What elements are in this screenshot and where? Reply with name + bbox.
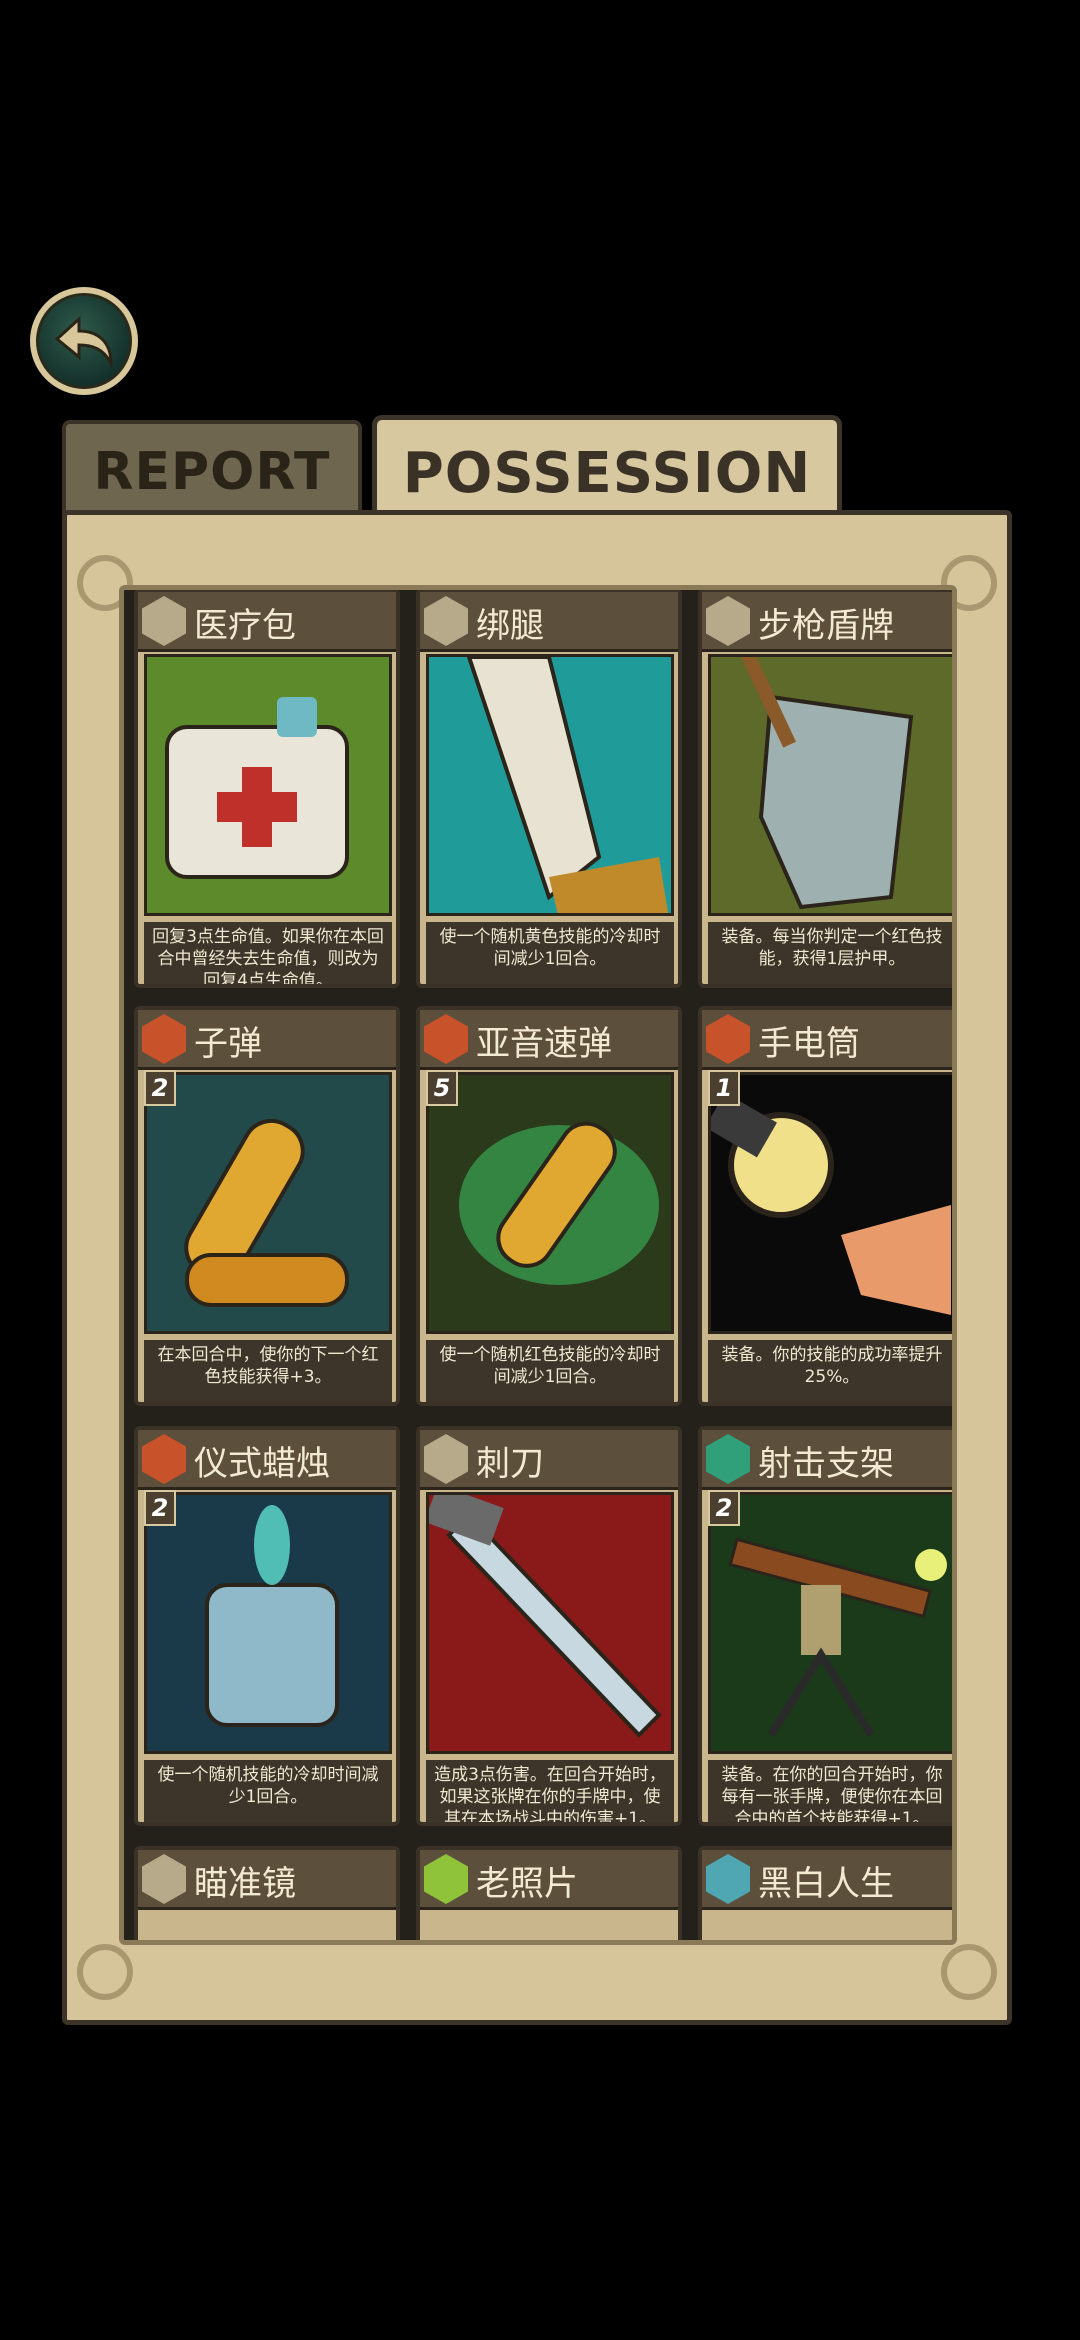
item-card[interactable]: 刺刀造成3点伤害。在回合开始时，如果这张牌在你的手牌中，使其在本场战斗中的伤害+…	[416, 1426, 682, 1826]
card-cost-badge: 2	[708, 1490, 740, 1526]
card-art-medkit	[144, 654, 392, 916]
red-gem-icon	[706, 1014, 750, 1064]
item-card[interactable]: 医疗包回复3点生命值。如果你在本回合中曾经失去生命值，则改为回复4点生命值。	[134, 590, 400, 988]
card-header: 步枪盾牌	[702, 592, 952, 652]
card-header: 手电筒	[702, 1010, 952, 1070]
red-gem-icon	[142, 1434, 186, 1484]
card-description: 造成3点伤害。在回合开始时，如果这张牌在你的手牌中，使其在本场战斗中的伤害+1。	[426, 1760, 674, 1822]
card-title: 射击支架	[758, 1444, 894, 1484]
card-title: 医疗包	[194, 606, 296, 646]
card-title: 绑腿	[476, 606, 544, 646]
card-art-candle	[144, 1492, 392, 1754]
item-card[interactable]: 瞄准镜	[134, 1846, 400, 1940]
card-header: 老照片	[420, 1850, 678, 1910]
item-card[interactable]: 亚音速弹 5 使一个随机红色技能的冷却时间减少1回合。	[416, 1006, 682, 1406]
card-cost-badge: 2	[144, 1070, 176, 1106]
neutral-gem-icon	[142, 596, 186, 646]
corner-ornament	[941, 1944, 997, 2000]
card-art-mount	[708, 1492, 952, 1754]
card-description: 使一个随机黄色技能的冷却时间减少1回合。	[426, 922, 674, 984]
card-header: 射击支架	[702, 1430, 952, 1490]
card-title: 老照片	[476, 1864, 578, 1904]
card-art-subsonic	[426, 1072, 674, 1334]
card-art-bullet	[144, 1072, 392, 1334]
card-cost-badge: 2	[144, 1490, 176, 1526]
item-card[interactable]: 手电筒 1 装备。你的技能的成功率提升25%。	[698, 1006, 952, 1406]
tab-report[interactable]: REPORT	[62, 420, 362, 520]
corner-ornament	[77, 1944, 133, 2000]
red-gem-icon	[424, 1014, 468, 1064]
card-cost-badge: 1	[708, 1070, 740, 1106]
item-card[interactable]: 老照片	[416, 1846, 682, 1940]
item-card[interactable]: 射击支架 2 装备。在你的回合开始时，你每有一张手牌，便使你在本回合中的首个技能获得…	[698, 1426, 952, 1826]
card-header: 绑腿	[420, 592, 678, 652]
card-description: 装备。你的技能的成功率提升25%。	[708, 1340, 952, 1402]
card-description: 回复3点生命值。如果你在本回合中曾经失去生命值，则改为回复4点生命值。	[144, 922, 392, 984]
back-arrow-icon	[54, 315, 113, 369]
card-description: 使一个随机技能的冷却时间减少1回合。	[144, 1760, 392, 1822]
card-title: 手电筒	[758, 1024, 860, 1064]
item-card[interactable]: 仪式蜡烛 2 使一个随机技能的冷却时间减少1回合。	[134, 1426, 400, 1826]
item-card[interactable]: 黑白人生	[698, 1846, 952, 1940]
item-card[interactable]: 绑腿使一个随机黄色技能的冷却时间减少1回合。	[416, 590, 682, 988]
card-scroll-area[interactable]: 少1点。升25%。红色技能的成功率增加50%。医疗包回复3点生命值。如果你在本回…	[119, 585, 957, 1945]
card-description: 装备。每当你判定一个红色技能，获得1层护甲。	[708, 922, 952, 984]
neutral-gem-icon	[706, 596, 750, 646]
card-header: 黑白人生	[702, 1850, 952, 1910]
card-header: 医疗包	[138, 592, 396, 652]
card-description: 装备。在你的回合开始时，你每有一张手牌，便使你在本回合中的首个技能获得+1。	[708, 1760, 952, 1822]
card-art-flashlight	[708, 1072, 952, 1334]
item-card[interactable]: 子弹 2 在本回合中，使你的下一个红色技能获得+3。	[134, 1006, 400, 1406]
card-header: 仪式蜡烛	[138, 1430, 396, 1490]
card-title: 刺刀	[476, 1444, 544, 1484]
card-title: 瞄准镜	[194, 1864, 296, 1904]
red-gem-icon	[142, 1014, 186, 1064]
card-art-shield	[708, 654, 952, 916]
neutral-gem-icon	[424, 596, 468, 646]
card-description: 使一个随机红色技能的冷却时间减少1回合。	[426, 1340, 674, 1402]
card-title: 子弹	[194, 1024, 262, 1064]
card-header: 子弹	[138, 1010, 396, 1070]
card-title: 亚音速弹	[476, 1024, 612, 1064]
card-title: 仪式蜡烛	[194, 1444, 330, 1484]
card-art-bayonet	[426, 1492, 674, 1754]
back-button[interactable]	[30, 287, 138, 395]
possession-panel: 少1点。升25%。红色技能的成功率增加50%。医疗包回复3点生命值。如果你在本回…	[62, 510, 1012, 2025]
neutral-gem-icon	[424, 1434, 468, 1484]
lime-gem-icon	[424, 1854, 468, 1904]
card-title: 步枪盾牌	[758, 606, 894, 646]
item-card[interactable]: 步枪盾牌装备。每当你判定一个红色技能，获得1层护甲。	[698, 590, 952, 988]
card-art-leg	[426, 654, 674, 916]
card-title: 黑白人生	[758, 1864, 894, 1904]
card-header: 刺刀	[420, 1430, 678, 1490]
teal-gem-icon	[706, 1854, 750, 1904]
card-header: 瞄准镜	[138, 1850, 396, 1910]
green-gem-icon	[706, 1434, 750, 1484]
card-header: 亚音速弹	[420, 1010, 678, 1070]
card-description: 在本回合中，使你的下一个红色技能获得+3。	[144, 1340, 392, 1402]
card-cost-badge: 5	[426, 1070, 458, 1106]
neutral-gem-icon	[142, 1854, 186, 1904]
